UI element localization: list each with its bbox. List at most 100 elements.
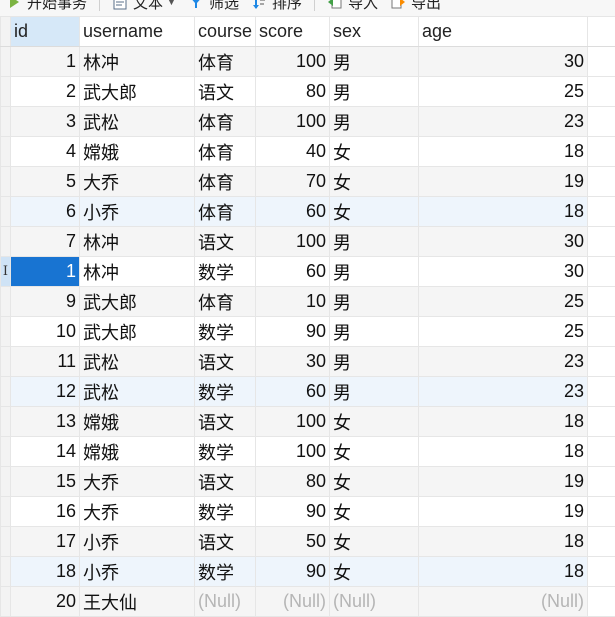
cell-score[interactable]: (Null) [256,587,330,617]
cell-id[interactable]: 6 [11,197,80,227]
table-row[interactable]: 16大乔数学90女19 [1,497,615,527]
row-indicator[interactable] [1,407,11,437]
cell-username[interactable]: 大乔 [80,467,195,497]
cell-sex[interactable]: 男 [330,227,419,257]
cell-course[interactable]: 数学 [195,497,256,527]
row-indicator[interactable] [1,377,11,407]
cell-sex[interactable]: 男 [330,347,419,377]
cell-age[interactable]: 19 [419,467,588,497]
row-indicator[interactable] [1,497,11,527]
cell-id[interactable]: 12 [11,377,80,407]
cell-course[interactable]: 数学 [195,437,256,467]
cell-sex[interactable]: 女 [330,407,419,437]
column-header-username[interactable]: username [80,17,195,47]
cell-sex[interactable]: 女 [330,137,419,167]
cell-username[interactable]: 林冲 [80,257,195,287]
cell-sex[interactable]: 女 [330,197,419,227]
cell-id[interactable]: 20 [11,587,80,617]
row-indicator[interactable] [1,587,11,617]
cell-age[interactable]: 18 [419,407,588,437]
row-indicator[interactable] [1,287,11,317]
cell-sex[interactable]: 男 [330,377,419,407]
table-row[interactable]: 5大乔体育70女19 [1,167,615,197]
cell-score[interactable]: 10 [256,287,330,317]
cell-sex[interactable]: 男 [330,47,419,77]
table-row[interactable]: 1林冲体育100男30 [1,47,615,77]
cell-age[interactable]: 23 [419,107,588,137]
cell-id[interactable]: 5 [11,167,80,197]
cell-username[interactable]: 武松 [80,377,195,407]
row-indicator[interactable] [1,467,11,497]
row-indicator[interactable] [1,77,11,107]
cell-username[interactable]: 小乔 [80,197,195,227]
row-indicator[interactable]: I [1,257,11,287]
cell-score[interactable]: 90 [256,497,330,527]
row-indicator[interactable] [1,167,11,197]
cell-username[interactable]: 林冲 [80,47,195,77]
cell-age[interactable]: 25 [419,317,588,347]
cell-score[interactable]: 100 [256,107,330,137]
cell-id[interactable]: 1 [11,257,80,287]
table-row[interactable]: 9武大郎体育10男25 [1,287,615,317]
cell-sex[interactable]: 女 [330,467,419,497]
row-indicator[interactable] [1,317,11,347]
cell-score[interactable]: 60 [256,377,330,407]
cell-course[interactable]: 体育 [195,137,256,167]
cell-username[interactable]: 林冲 [80,227,195,257]
cell-username[interactable]: 武大郎 [80,317,195,347]
cell-score[interactable]: 100 [256,47,330,77]
cell-score[interactable]: 40 [256,137,330,167]
cell-username[interactable]: 小乔 [80,557,195,587]
row-indicator[interactable] [1,47,11,77]
cell-id[interactable]: 15 [11,467,80,497]
table-row[interactable]: 10武大郎数学90男25 [1,317,615,347]
cell-course[interactable]: 体育 [195,197,256,227]
row-indicator[interactable] [1,107,11,137]
row-indicator[interactable] [1,227,11,257]
cell-score[interactable]: 90 [256,317,330,347]
cell-sex[interactable]: 男 [330,287,419,317]
cell-sex[interactable]: 男 [330,257,419,287]
sort-button[interactable]: 排序 [245,0,308,16]
cell-sex[interactable]: 女 [330,497,419,527]
cell-id[interactable]: 14 [11,437,80,467]
chevron-down-icon[interactable]: ▼ [167,0,176,7]
cell-id[interactable]: 3 [11,107,80,137]
row-indicator[interactable] [1,137,11,167]
cell-username[interactable]: 武大郎 [80,77,195,107]
table-row[interactable]: 2武大郎语文80男25 [1,77,615,107]
cell-score[interactable]: 80 [256,77,330,107]
cell-age[interactable]: 18 [419,137,588,167]
cell-age[interactable]: 18 [419,437,588,467]
table-row[interactable]: 6小乔体育60女18 [1,197,615,227]
table-row[interactable]: 14嫦娥数学100女18 [1,437,615,467]
cell-username[interactable]: 嫦娥 [80,137,195,167]
cell-course[interactable]: 体育 [195,107,256,137]
cell-score[interactable]: 100 [256,437,330,467]
cell-id[interactable]: 13 [11,407,80,437]
cell-age[interactable]: 25 [419,77,588,107]
cell-sex[interactable]: 女 [330,167,419,197]
cell-course[interactable]: 语文 [195,407,256,437]
cell-course[interactable]: 语文 [195,227,256,257]
table-row[interactable]: 7林冲语文100男30 [1,227,615,257]
row-indicator[interactable] [1,527,11,557]
table-row[interactable]: I1林冲数学60男30 [1,257,615,287]
cell-sex[interactable]: (Null) [330,587,419,617]
cell-course[interactable]: 语文 [195,467,256,497]
cell-course[interactable]: 数学 [195,377,256,407]
cell-age[interactable]: 30 [419,47,588,77]
filter-button[interactable]: 筛选 [182,0,245,16]
cell-id[interactable]: 17 [11,527,80,557]
column-header-id[interactable]: id [11,17,80,47]
cell-age[interactable]: 23 [419,347,588,377]
cell-score[interactable]: 50 [256,527,330,557]
cell-score[interactable]: 100 [256,407,330,437]
column-header-course[interactable]: course [195,17,256,47]
row-indicator[interactable] [1,197,11,227]
row-indicator[interactable] [1,347,11,377]
cell-username[interactable]: 嫦娥 [80,437,195,467]
cell-age[interactable]: 18 [419,557,588,587]
cell-id[interactable]: 16 [11,497,80,527]
cell-id[interactable]: 10 [11,317,80,347]
